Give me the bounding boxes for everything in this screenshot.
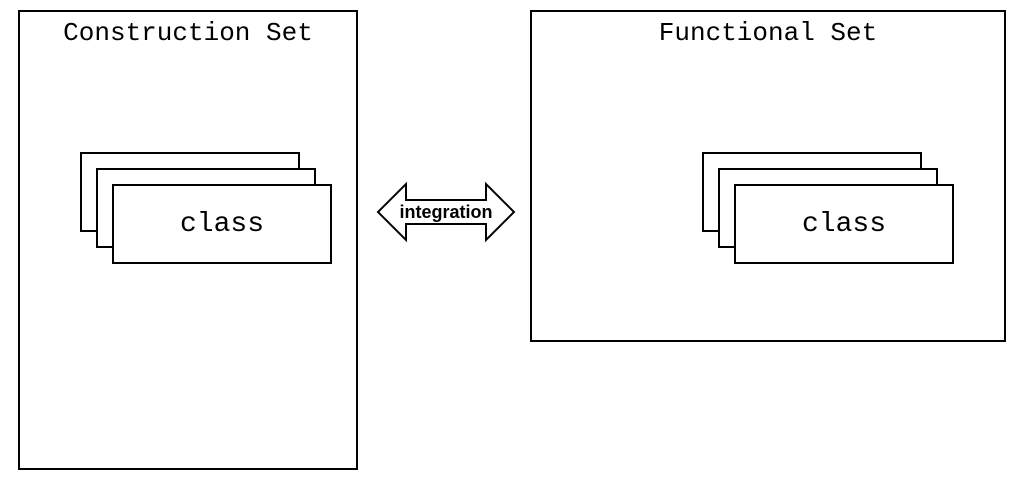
- class-label: class: [180, 209, 264, 240]
- class-label: class: [802, 209, 886, 240]
- construction-set-title: Construction Set: [20, 12, 356, 48]
- functional-set-box: Functional Set class: [530, 10, 1006, 342]
- construction-set-box: Construction Set class: [18, 10, 358, 470]
- class-card-front: class: [734, 184, 954, 264]
- integration-arrow: integration: [376, 174, 516, 250]
- class-card-front: class: [112, 184, 332, 264]
- functional-set-title: Functional Set: [532, 12, 1004, 48]
- integration-label: integration: [400, 202, 493, 223]
